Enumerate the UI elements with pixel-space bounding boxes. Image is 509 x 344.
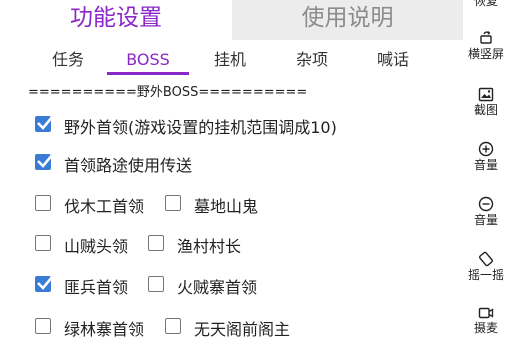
sub-tab-idle[interactable]: 挂机 — [200, 46, 260, 76]
option-label: 野外首领(游戏设置的挂机范围调成10) — [64, 118, 337, 137]
volume-down-button[interactable]: 音量 — [463, 196, 509, 227]
rotate-screen-label: 横竖屏 — [467, 47, 504, 61]
option-label: 绿林寨首领 — [64, 320, 145, 339]
sub-tab-misc[interactable]: 杂项 — [282, 46, 342, 76]
option-checkbox-wutian[interactable] — [165, 318, 181, 334]
image-icon — [478, 87, 494, 102]
minus-circle-icon — [478, 196, 494, 212]
screenshot-label: 截图 — [473, 103, 498, 117]
option-checkbox-teleport[interactable] — [35, 153, 54, 170]
option-checkbox-greenwood[interactable] — [35, 318, 51, 334]
rotate-screen-button[interactable]: 横竖屏 — [463, 30, 509, 61]
option-row: 野外首领(游戏设置的挂机范围调成10) — [0, 112, 463, 138]
section-header-wild-boss: ==========野外BOSS========== — [28, 85, 308, 100]
option-label: 首领路途使用传送 — [64, 156, 193, 175]
option-row: 绿林寨首领 无天阁前阁主 — [0, 314, 463, 340]
option-label: 无天阁前阁主 — [194, 320, 291, 339]
tab-function-settings[interactable]: 功能设置 — [0, 0, 232, 40]
record-button[interactable]: 摄麦 — [463, 306, 509, 335]
checkmark-icon — [37, 275, 54, 290]
sub-tab-shout[interactable]: 喊话 — [363, 46, 423, 76]
option-label: 山贼头领 — [64, 237, 129, 256]
restore-label: 恢复 — [473, 0, 498, 8]
option-label: 匪兵首领 — [64, 278, 129, 297]
option-checkbox-fire-bandit[interactable] — [148, 276, 164, 292]
active-tab-underline — [107, 72, 189, 75]
checkmark-icon — [37, 153, 54, 168]
option-row: 匪兵首领 火贼寨首领 — [0, 272, 463, 298]
shake-icon — [478, 251, 494, 267]
option-row: 山贼头领 渔村村长 — [0, 231, 463, 257]
tab-instructions[interactable]: 使用说明 — [232, 0, 463, 40]
option-checkbox-soldier-leader[interactable] — [35, 275, 54, 292]
sub-tab-task[interactable]: 任务 — [38, 46, 98, 76]
volume-up-label: 音量 — [473, 158, 498, 172]
record-label: 摄麦 — [473, 321, 498, 335]
option-checkbox-lumberjack[interactable] — [35, 195, 51, 211]
checkmark-icon — [37, 115, 54, 130]
video-camera-icon — [478, 307, 494, 319]
option-row: 首领路途使用传送 — [0, 150, 463, 176]
screenshot-button[interactable]: 截图 — [463, 87, 509, 117]
option-row: 伐木工首领 墓地山鬼 — [0, 191, 463, 217]
option-checkbox-graveyard[interactable] — [165, 195, 181, 211]
volume-down-label: 音量 — [473, 213, 498, 227]
rotate-screen-icon — [480, 31, 492, 44]
option-label: 墓地山鬼 — [194, 197, 259, 216]
side-toolbar: 恢复 横竖屏 截图 音量 音量 摇一摇 摄麦 — [463, 0, 509, 344]
sub-tab-bar: 任务 BOSS 挂机 杂项 喊话 — [0, 46, 463, 76]
option-checkbox-fishing-village[interactable] — [148, 235, 164, 251]
option-label: 火贼寨首领 — [177, 278, 258, 297]
shake-button[interactable]: 摇一摇 — [463, 251, 509, 282]
restore-button[interactable]: 恢复 — [463, 0, 509, 8]
option-label: 伐木工首领 — [64, 197, 145, 216]
option-label: 渔村村长 — [177, 237, 242, 256]
shake-label: 摇一摇 — [467, 268, 504, 282]
option-checkbox-wild-boss[interactable] — [35, 115, 54, 132]
plus-circle-icon — [478, 141, 494, 157]
volume-up-button[interactable]: 音量 — [463, 141, 509, 172]
option-checkbox-bandit-leader[interactable] — [35, 235, 51, 251]
settings-panel: 功能设置 使用说明 任务 BOSS 挂机 杂项 喊话 ==========野外B… — [0, 0, 463, 344]
